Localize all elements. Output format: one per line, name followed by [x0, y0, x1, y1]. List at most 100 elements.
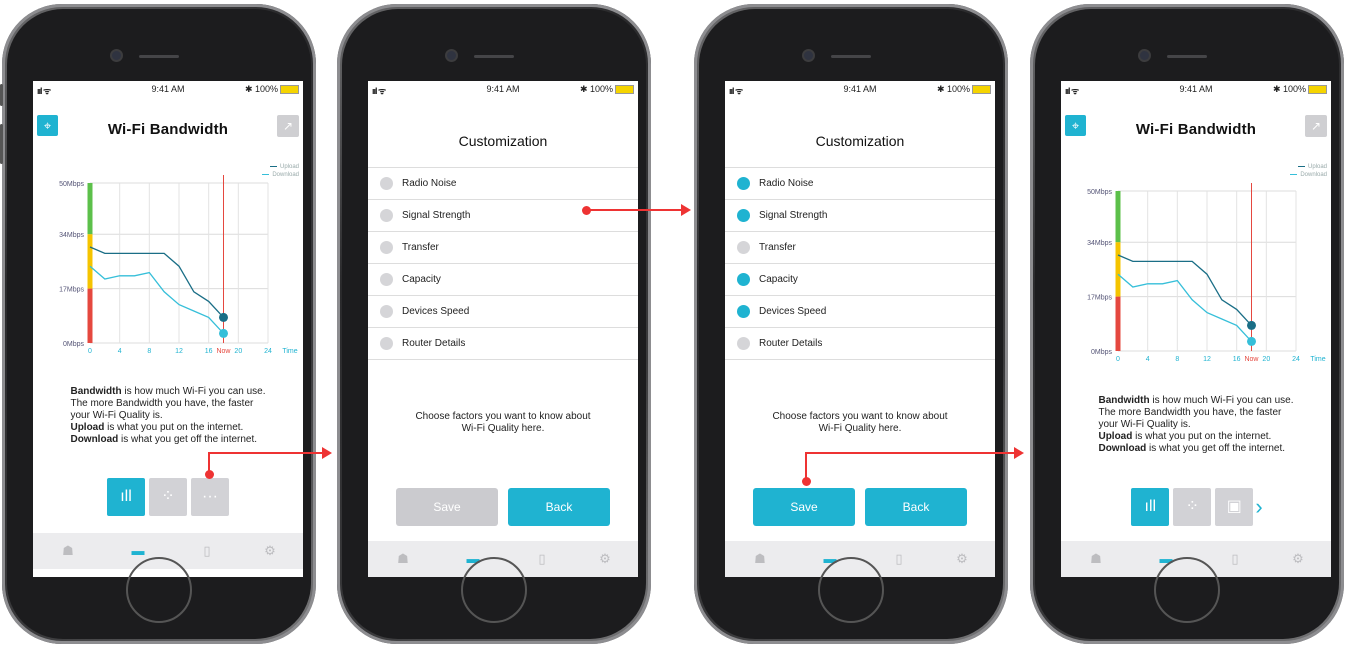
- factor-check-icon[interactable]: [380, 337, 393, 350]
- phone-bezel: ııl ᯤ 9:41 AM ✱ 100% Customization Radio…: [342, 9, 646, 639]
- settings-tab-icon[interactable]: ⚙: [597, 551, 613, 567]
- screen-customization: ııl ᯤ 9:41 AM ✱ 100% Customization Radio…: [368, 81, 638, 577]
- download-series-line: [1117, 273, 1252, 342]
- bandwidth-factor-icon[interactable]: ıll: [107, 478, 145, 516]
- factor-item[interactable]: Devices Speed: [368, 296, 638, 328]
- page-title: Wi-Fi Bandwidth: [107, 121, 229, 138]
- factor-item[interactable]: Capacity: [725, 264, 995, 296]
- robot-tab-icon[interactable]: ☗: [752, 551, 768, 567]
- battery-icon: [972, 85, 991, 95]
- factor-item[interactable]: Radio Noise: [368, 168, 638, 200]
- device-tab-icon[interactable]: ▯: [199, 543, 215, 559]
- factor-check-icon[interactable]: [380, 209, 393, 222]
- settings-tab-icon[interactable]: ⚙: [1290, 551, 1306, 567]
- bandwidth-factor-icon[interactable]: ıll: [1131, 488, 1170, 526]
- home-button[interactable]: [461, 557, 527, 623]
- capacity-factor-icon[interactable]: ▣: [1215, 488, 1254, 526]
- x-tick-label: 0: [88, 348, 92, 355]
- settings-tab-icon[interactable]: ⚙: [954, 551, 970, 567]
- bandwidth-description: Bandwidth is how much Wi-Fi you can use.…: [1061, 395, 1331, 455]
- battery-status: ✱ 100%: [937, 84, 991, 95]
- phone-frame-4: ııl ᯤ 9:41 AM ✱ 100% ⌖ Wi-Fi Bandwidth ↗…: [1030, 4, 1344, 644]
- save-button[interactable]: Save: [396, 488, 498, 526]
- factor-item[interactable]: Signal Strength: [725, 200, 995, 232]
- status-bar: ııl ᯤ 9:41 AM ✱ 100%: [725, 81, 995, 97]
- factor-item[interactable]: Signal Strength: [368, 200, 638, 232]
- factor-label: Router Details: [759, 338, 823, 349]
- factor-item[interactable]: Radio Noise: [725, 168, 995, 200]
- home-button[interactable]: [818, 557, 884, 623]
- factor-check-icon[interactable]: [737, 305, 750, 318]
- radio-noise-factor-icon[interactable]: ⁘: [149, 478, 187, 516]
- front-camera: [447, 51, 456, 60]
- x-axis-label: Time: [282, 348, 297, 355]
- factor-check-icon[interactable]: [380, 241, 393, 254]
- router-tab-icon[interactable]: ▬: [130, 543, 146, 559]
- home-button[interactable]: [1154, 557, 1220, 623]
- x-tick-label: 0: [1116, 356, 1120, 363]
- factor-item[interactable]: Transfer: [368, 232, 638, 264]
- factor-check-icon[interactable]: [380, 273, 393, 286]
- description-term: Download: [1098, 443, 1147, 454]
- status-bar: ııl ᯤ 9:41 AM ✱ 100%: [1061, 81, 1331, 97]
- settings-tab-icon[interactable]: ⚙: [262, 543, 278, 559]
- description-term: Upload: [1098, 431, 1133, 442]
- radio-noise-factor-icon[interactable]: ⁘: [1173, 488, 1212, 526]
- home-button[interactable]: [126, 557, 192, 623]
- factor-check-icon[interactable]: [737, 273, 750, 286]
- factor-label: Signal Strength: [759, 210, 828, 221]
- factor-check-icon[interactable]: [737, 241, 750, 254]
- mute-switch: [0, 84, 3, 106]
- factor-check-icon[interactable]: [737, 337, 750, 350]
- x-tick-label: 12: [1203, 356, 1211, 363]
- robot-tab-icon[interactable]: ☗: [1088, 551, 1104, 567]
- front-camera: [112, 51, 121, 60]
- factor-label: Devices Speed: [402, 306, 470, 317]
- factor-label: Transfer: [402, 242, 439, 253]
- trend-chart-icon[interactable]: ↗: [277, 115, 299, 137]
- save-button[interactable]: Save: [753, 488, 855, 526]
- robot-tab-icon[interactable]: ☗: [60, 543, 76, 559]
- factor-buttons: ıll ⁘ ···: [33, 478, 303, 516]
- factor-label: Radio Noise: [402, 178, 457, 189]
- factor-item[interactable]: Router Details: [368, 328, 638, 360]
- device-tab-icon[interactable]: ▯: [534, 551, 550, 567]
- battery-status: ✱ 100%: [1273, 84, 1327, 95]
- x-tick-label: 4: [1146, 356, 1150, 363]
- annotation-arrow-head: [681, 204, 691, 216]
- phone-bezel: ııl ᯤ 9:41 AM ✱ 100% ⌖ Wi-Fi Bandwidth ↗…: [1035, 9, 1339, 639]
- bandwidth-description: Bandwidth is how much Wi-Fi you can use.…: [33, 386, 303, 446]
- y-tick-label: 0Mbps: [1091, 349, 1113, 356]
- factor-check-icon[interactable]: [737, 177, 750, 190]
- back-button[interactable]: Back: [508, 488, 610, 526]
- factor-check-icon[interactable]: [380, 305, 393, 318]
- y-tick-label: 34Mbps: [1087, 240, 1112, 247]
- annotation-arrow-line: [805, 453, 807, 481]
- trend-chart-icon[interactable]: ↗: [1305, 115, 1327, 137]
- robot-tab-icon[interactable]: ☗: [395, 551, 411, 567]
- factor-item[interactable]: Transfer: [725, 232, 995, 264]
- x-tick-label: 12: [175, 348, 183, 355]
- now-tick-label: Now: [216, 348, 231, 355]
- status-bar: ııl ᯤ 9:41 AM ✱ 100%: [33, 81, 303, 97]
- annotation-arrow-head: [1014, 447, 1024, 459]
- factor-item[interactable]: Router Details: [725, 328, 995, 360]
- more-factors-icon[interactable]: ···: [191, 478, 229, 516]
- description-line: Upload is what you put on the internet.: [70, 422, 265, 434]
- description-term: Download: [70, 434, 119, 445]
- device-tab-icon[interactable]: ▯: [891, 551, 907, 567]
- device-tab-icon[interactable]: ▯: [1227, 551, 1243, 567]
- y-tick-label: 50Mbps: [1087, 189, 1112, 196]
- factor-item[interactable]: Devices Speed: [725, 296, 995, 328]
- annotation-arrow-line: [586, 209, 682, 211]
- chevron-right-icon[interactable]: ›: [1255, 494, 1262, 520]
- factor-item[interactable]: Capacity: [368, 264, 638, 296]
- description-line: Download is what you get off the interne…: [1098, 443, 1293, 455]
- front-camera: [1140, 51, 1149, 60]
- battery-status: ✱ 100%: [580, 84, 634, 95]
- factor-check-icon[interactable]: [737, 209, 750, 222]
- description-line: The more Bandwidth you have, the faster: [1098, 407, 1293, 419]
- factor-check-icon[interactable]: [380, 177, 393, 190]
- instructions-line-2: Wi-Fi Quality here.: [461, 423, 545, 434]
- back-button[interactable]: Back: [865, 488, 967, 526]
